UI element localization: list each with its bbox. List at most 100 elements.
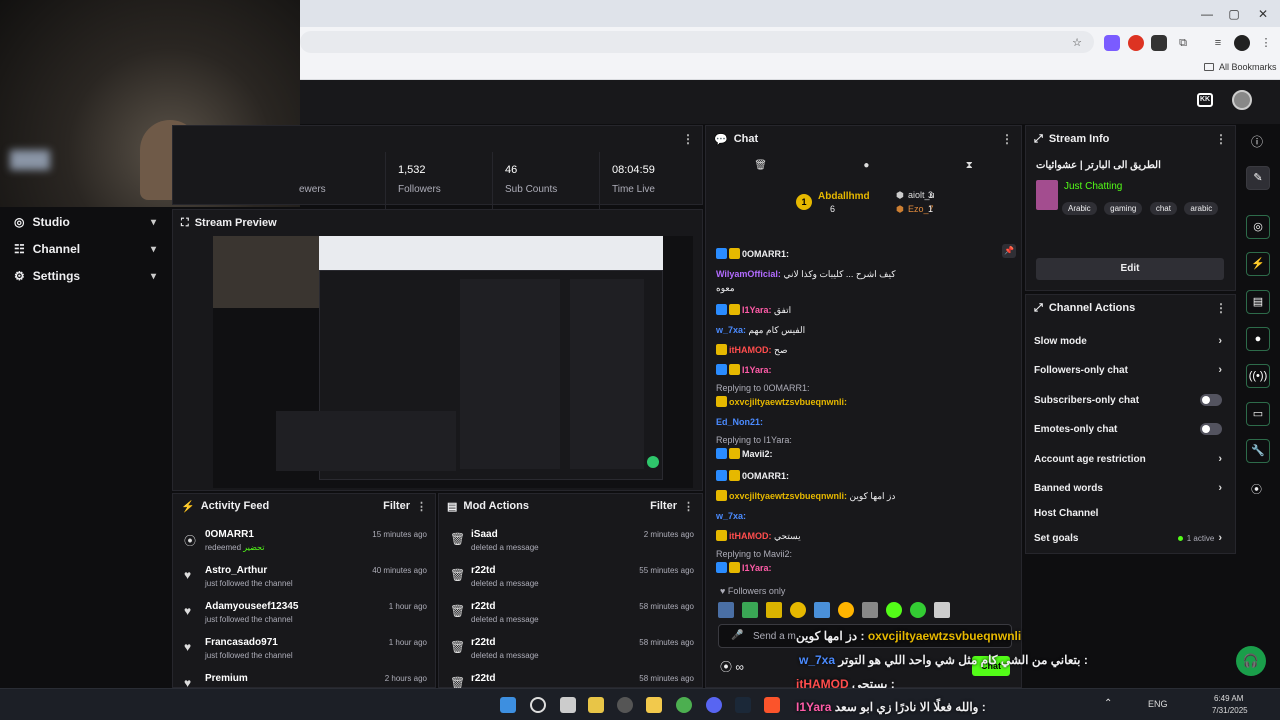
storage-icon[interactable]: ▭ xyxy=(1246,402,1270,426)
chrome-icon[interactable] xyxy=(676,697,692,713)
user-avatar[interactable] xyxy=(1232,90,1252,110)
list-item[interactable]: 🗑 r22td deleted a message 58 minutes ago xyxy=(439,634,702,670)
emote-icon[interactable] xyxy=(862,602,878,618)
bolt-icon[interactable]: ⚡ xyxy=(1246,252,1270,276)
chat-username[interactable]: itHAMOD: xyxy=(729,531,772,541)
clock-time[interactable]: 6:49 AM xyxy=(1214,694,1243,703)
extensions-puzzle-icon[interactable]: ⧉ xyxy=(1175,35,1191,51)
toggle-switch[interactable] xyxy=(1200,423,1222,435)
action-slow-mode[interactable]: Slow mode › xyxy=(1026,329,1230,353)
chat-username[interactable]: I1Yara: xyxy=(742,305,772,315)
toggle-switch[interactable] xyxy=(1200,394,1222,406)
search-icon[interactable] xyxy=(530,697,546,713)
points-icon[interactable]: ⦿ ∞ xyxy=(720,658,744,675)
kebab-menu-icon[interactable]: ⋮ xyxy=(683,500,694,513)
filter-button[interactable]: Filter xyxy=(383,500,410,512)
action-host-channel[interactable]: Host Channel xyxy=(1026,501,1230,525)
document-icon[interactable]: ▤ xyxy=(1246,290,1270,314)
tray-chevron-icon[interactable]: ⌃ xyxy=(1104,698,1112,709)
brave-icon[interactable] xyxy=(764,697,780,713)
extension-frame-icon[interactable] xyxy=(1151,35,1167,51)
emote-icon[interactable] xyxy=(814,602,830,618)
all-bookmarks-link[interactable]: All Bookmarks xyxy=(1219,62,1277,72)
kebab-menu-icon[interactable]: ⋮ xyxy=(416,500,427,513)
kebab-menu-icon[interactable]: ⋮ xyxy=(1215,132,1227,146)
list-item[interactable]: ♥ Adamyouseef12345 just followed the cha… xyxy=(173,598,435,634)
emote-icon[interactable] xyxy=(790,602,806,618)
extension-opera-icon[interactable] xyxy=(1128,35,1144,51)
start-icon[interactable] xyxy=(500,697,516,713)
list-item[interactable]: 🗑 r22td 58 minutes ago xyxy=(439,670,702,688)
chat-bubble-icon[interactable]: ● xyxy=(863,160,869,171)
action-account-age[interactable]: Account age restriction › xyxy=(1026,447,1230,471)
tag[interactable]: gaming xyxy=(1104,202,1143,215)
action-emotes-only[interactable]: Emotes-only chat xyxy=(1026,417,1230,441)
emote-icon[interactable] xyxy=(766,602,782,618)
address-bar[interactable] xyxy=(300,31,1094,53)
file-explorer-icon[interactable] xyxy=(588,697,604,713)
edit-stream-button[interactable]: Edit xyxy=(1036,258,1224,280)
chat-username[interactable]: WilyamOfficial: xyxy=(716,269,781,279)
close-window-button[interactable]: ✕ xyxy=(1246,4,1280,24)
sidebar-item-channel[interactable]: ☷ Channel ▾ xyxy=(0,238,170,260)
chat-username[interactable]: w_7xa: xyxy=(716,511,746,521)
filter-button[interactable]: Filter xyxy=(650,500,677,512)
list-item[interactable]: ⦿ 0OMARR1 redeemed تحضير 15 minutes ago xyxy=(173,526,435,562)
profile-avatar[interactable] xyxy=(1234,35,1250,51)
folder-icon[interactable] xyxy=(646,697,662,713)
stream-video[interactable] xyxy=(213,236,693,488)
points-icon[interactable]: ⦿ xyxy=(1251,481,1262,497)
clock-date[interactable]: 7/31/2025 xyxy=(1212,706,1248,715)
info-icon[interactable]: ⓘ xyxy=(1251,133,1263,150)
obs-icon[interactable] xyxy=(617,697,633,713)
bookmark-star-icon[interactable]: ☆ xyxy=(1069,35,1085,51)
chat-username[interactable]: itHAMOD: xyxy=(729,345,772,355)
sidebar-item-studio[interactable]: ◎ Studio ▾ xyxy=(0,211,170,233)
browser-menu-icon[interactable]: ⋮ xyxy=(1258,35,1274,51)
extension-shield-icon[interactable] xyxy=(1104,35,1120,51)
chat-username[interactable]: w_7xa: xyxy=(716,325,746,335)
reading-list-icon[interactable]: ≡ xyxy=(1210,35,1226,51)
chat-username[interactable]: I1Yara: xyxy=(742,563,772,573)
tag[interactable]: chat xyxy=(1149,202,1177,215)
action-set-goals[interactable]: Set goals 1 active › xyxy=(1026,526,1230,550)
language-indicator[interactable]: ENG xyxy=(1148,699,1168,709)
chat-username[interactable]: oxvcjiltyaewtzsvbueqnwnli: xyxy=(729,491,847,501)
list-item[interactable]: 🗑 r22td deleted a message 55 minutes ago xyxy=(439,562,702,598)
kebab-menu-icon[interactable]: ⋮ xyxy=(1001,132,1013,146)
kebab-menu-icon[interactable]: ⋮ xyxy=(682,132,694,146)
emote-icon[interactable] xyxy=(838,602,854,618)
kebab-menu-icon[interactable]: ⋮ xyxy=(1215,301,1227,315)
hourglass-icon[interactable]: ⧗ xyxy=(966,160,973,171)
discord-icon[interactable] xyxy=(706,697,722,713)
emote-icon[interactable] xyxy=(742,602,758,618)
list-item[interactable]: ♥ Premium 2 hours ago xyxy=(173,670,435,688)
chat-bubble-icon[interactable]: ● xyxy=(1246,327,1270,351)
action-followers-only[interactable]: Followers-only chat › xyxy=(1026,358,1230,382)
edit-icon[interactable]: ✎ xyxy=(1246,166,1270,190)
action-banned-words[interactable]: Banned words › xyxy=(1026,476,1230,500)
tag[interactable]: arabic xyxy=(1184,202,1219,215)
wrench-icon[interactable]: 🔧 xyxy=(1246,439,1270,463)
stream-category[interactable]: Just Chatting xyxy=(1064,181,1122,192)
chat-username[interactable]: oxvcjiltyaewtzsvbueqnwnli: xyxy=(729,397,847,407)
chat-username[interactable]: 0OMARR1: xyxy=(742,471,789,481)
chat-username[interactable]: I1Yara: xyxy=(742,365,772,375)
chat-username[interactable]: Mavii2: xyxy=(742,449,773,459)
sidebar-item-settings[interactable]: ⚙ Settings ▾ xyxy=(0,265,170,287)
steam-icon[interactable] xyxy=(735,697,751,713)
tag[interactable]: Arabic xyxy=(1062,202,1097,215)
leader-first-name[interactable]: Abdallhmd xyxy=(818,191,870,202)
list-item[interactable]: ♥ Astro_Arthur just followed the channel… xyxy=(173,562,435,598)
emote-icon[interactable] xyxy=(934,602,950,618)
category-thumbnail[interactable] xyxy=(1036,180,1058,210)
chat-username[interactable]: Ed_Non21: xyxy=(716,417,763,427)
trash-icon[interactable]: 🗑 xyxy=(754,160,767,171)
preview-icon[interactable]: ◎ xyxy=(1246,215,1270,239)
broadcast-icon[interactable]: ((•)) xyxy=(1246,364,1270,388)
kick-logo-icon[interactable]: KK xyxy=(1197,93,1213,107)
chat-username[interactable]: 0OMARR1: xyxy=(742,249,789,259)
emote-icon[interactable] xyxy=(886,602,902,618)
task-view-icon[interactable] xyxy=(560,697,576,713)
help-headset-icon[interactable]: 🎧 xyxy=(1236,646,1266,676)
